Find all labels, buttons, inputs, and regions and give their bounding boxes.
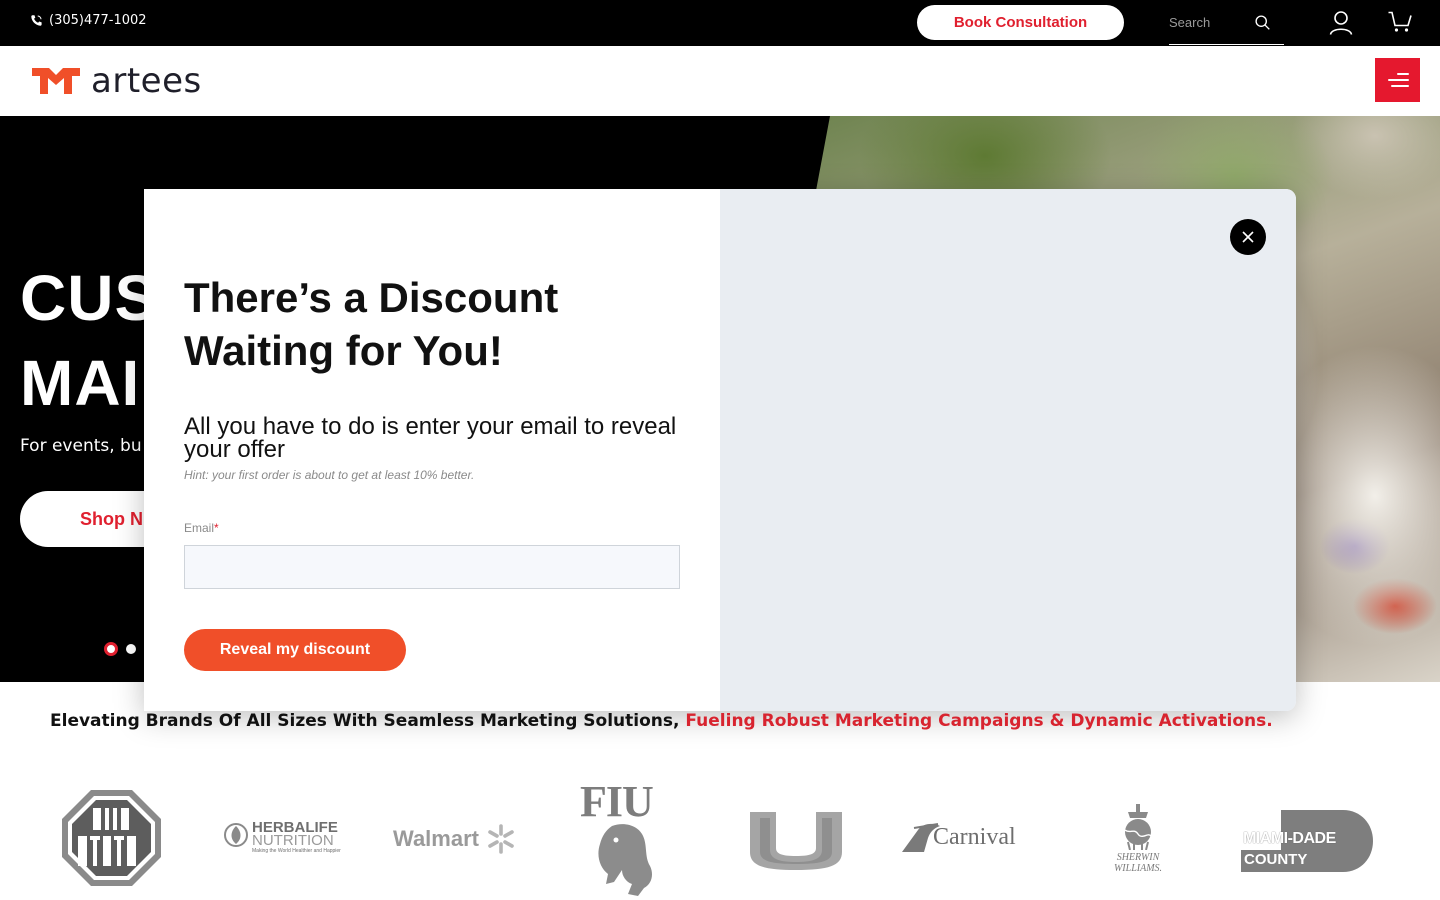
modal-form-panel: There’s a Discount Waiting for You! All … <box>144 189 720 711</box>
modal-description: All you have to do is enter your email t… <box>184 413 677 463</box>
walmart-name: Walmart <box>393 826 479 851</box>
ohio-state-logo <box>62 790 161 886</box>
tagline-black: Elevating Brands Of All Sizes With Seaml… <box>50 711 680 731</box>
email-label: Email* <box>184 521 219 535</box>
modal-image-panel <box>720 189 1296 711</box>
walmart-logo: Walmart <box>393 820 516 858</box>
close-icon <box>1242 231 1254 243</box>
carnival-logo: Carnival <box>900 818 1035 858</box>
brands-tagline: Elevating Brands Of All Sizes With Seaml… <box>50 711 1273 731</box>
search-box <box>1169 8 1284 45</box>
miami-dade-line-1: MIAMI-DADE <box>1243 830 1336 847</box>
hero-title: CUS MAI <box>20 262 159 419</box>
client-logos: HERBALIFE NUTRITION Making the World Hea… <box>0 777 1440 900</box>
logo-mark-icon <box>32 68 80 94</box>
close-modal-button[interactable] <box>1230 219 1266 255</box>
discount-modal: There’s a Discount Waiting for You! All … <box>144 189 1296 711</box>
carnival-name: Carnival <box>933 824 1016 850</box>
herbalife-sub: NUTRITION <box>252 832 334 849</box>
miami-dade-logo: MIAMI-DADE COUNTY <box>1241 810 1374 872</box>
phone-number: (305)477-1002 <box>49 13 147 28</box>
slider-dot-1[interactable] <box>104 642 118 656</box>
site-header: artees <box>0 46 1440 116</box>
menu-line <box>1388 79 1409 81</box>
sherwin-line-2: WILLIAMS. <box>1113 863 1163 874</box>
phone-link[interactable]: (305)477-1002 <box>30 13 147 28</box>
artees-logo[interactable]: artees <box>31 64 202 98</box>
account-icon[interactable] <box>1329 10 1353 35</box>
modal-title: There’s a Discount Waiting for You! <box>184 274 559 374</box>
herbalife-logo: HERBALIFE NUTRITION Making the World Hea… <box>223 820 345 858</box>
slider-dots <box>104 642 136 656</box>
search-input[interactable] <box>1169 12 1249 32</box>
book-consultation-button[interactable]: Book Consultation <box>917 5 1124 40</box>
panther-icon <box>598 824 652 896</box>
miami-u-logo <box>750 812 842 870</box>
menu-button[interactable] <box>1375 58 1420 102</box>
sherwin-williams-logo: SHERWIN WILLIAMS. <box>1110 804 1166 879</box>
sherwin-line-1: SHERWIN <box>1116 852 1160 863</box>
slider-dot-2[interactable] <box>126 644 136 654</box>
email-field[interactable] <box>184 545 680 589</box>
herbalife-tagline: Making the World Healthier and Happier <box>252 848 341 854</box>
menu-line <box>1397 73 1409 75</box>
required-marker: * <box>214 521 219 535</box>
walmart-spark-icon <box>488 824 514 854</box>
fiu-logo: FIU <box>578 777 670 900</box>
miami-dade-line-2: COUNTY <box>1244 851 1308 868</box>
search-icon[interactable] <box>1254 14 1271 31</box>
tagline-red: Fueling Robust Marketing Campaigns & Dyn… <box>685 711 1273 731</box>
reveal-discount-button[interactable]: Reveal my discount <box>184 629 406 671</box>
cart-icon[interactable] <box>1388 11 1412 33</box>
hero-subtitle: For events, bu <box>20 436 142 456</box>
modal-hint: Hint: your first order is about to get a… <box>184 468 475 482</box>
herbalife-leaf-icon <box>224 823 248 847</box>
phone-icon <box>31 15 42 26</box>
fiu-name: FIU <box>580 777 654 826</box>
email-label-text: Email <box>184 521 215 535</box>
menu-line <box>1391 85 1409 87</box>
top-bar: (305)477-1002 Book Consultation <box>0 0 1440 46</box>
paint-globe-icon <box>1124 804 1152 850</box>
logo-text: artees <box>91 61 202 101</box>
